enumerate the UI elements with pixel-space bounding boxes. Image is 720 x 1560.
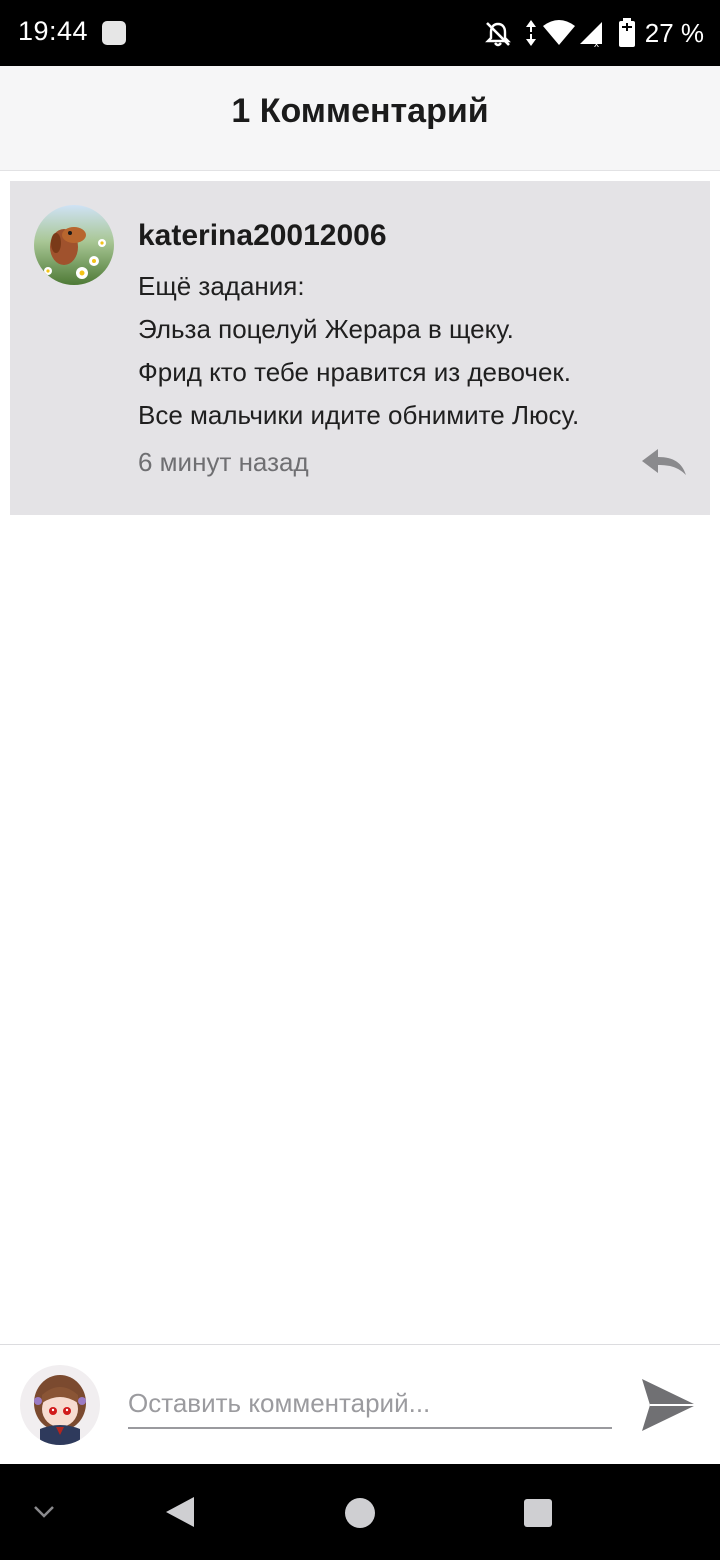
comment-line: Эльза поцелуй Жерара в щеку. — [138, 314, 514, 344]
wifi-icon — [543, 20, 575, 45]
collapse-icon[interactable] — [32, 1504, 56, 1520]
battery-percent: 27 % — [644, 18, 704, 48]
notification-square-icon — [102, 21, 126, 45]
data-arrows-icon — [526, 20, 536, 46]
comment-input[interactable] — [128, 1379, 612, 1429]
dog-avatar[interactable] — [34, 205, 114, 285]
status-bar: 19:44 x 27 % — [0, 0, 720, 66]
comment-line: Все мальчики идите обнимите Люсу. — [138, 400, 580, 430]
recents-icon[interactable] — [523, 1498, 553, 1528]
signal-icon: x — [580, 22, 602, 48]
page-title: 1 Комментарий — [231, 92, 489, 130]
comment-composer — [0, 1344, 720, 1465]
svg-text:x: x — [594, 39, 599, 48]
comment-line: Ещё задания: — [138, 271, 305, 301]
comment-card: katerina20012006 Ещё задания: Эльза поце… — [10, 181, 710, 515]
comment-timestamp: 6 минут назад — [138, 447, 309, 477]
comment-author[interactable]: katerina20012006 — [138, 219, 387, 253]
home-icon[interactable] — [344, 1497, 376, 1529]
app-header: 1 Комментарий — [0, 66, 720, 171]
comment-line: Фрид кто тебе нравится из девочек. — [138, 357, 572, 387]
status-time: 19:44 — [18, 16, 89, 46]
back-icon[interactable] — [164, 1495, 196, 1529]
status-icons: x 27 % — [460, 0, 720, 66]
bell-off-icon — [485, 22, 511, 47]
comment-body: Ещё задания: Эльза поцелуй Жерара в щеку… — [138, 265, 698, 437]
anime-avatar[interactable] — [20, 1365, 100, 1445]
system-navigation-bar — [0, 1464, 720, 1560]
reply-icon[interactable] — [640, 445, 688, 479]
send-icon[interactable] — [640, 1377, 698, 1433]
battery-icon — [619, 18, 635, 47]
